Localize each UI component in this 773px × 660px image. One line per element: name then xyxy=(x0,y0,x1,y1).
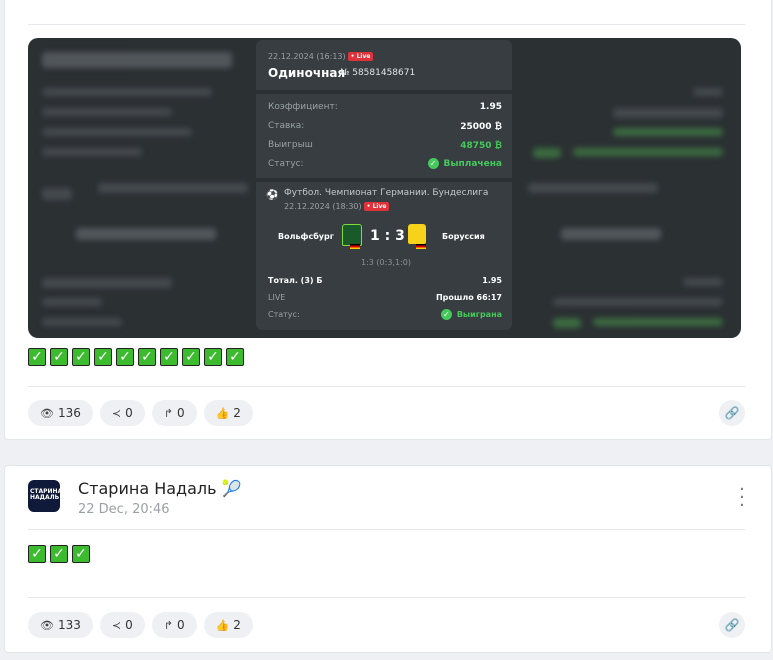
checkmark-emoji: ✓ xyxy=(160,348,178,366)
germany-flag-icon xyxy=(416,244,426,249)
kebab-menu-icon[interactable]: · · · xyxy=(737,481,747,515)
link-icon: 🔗 xyxy=(724,618,740,632)
divider xyxy=(28,24,745,25)
market-coef: 1.95 xyxy=(482,276,502,285)
share-button[interactable]: ≺ 0 xyxy=(99,612,145,638)
bet-ticket: 22.12.2024 (16:13) • Live Одиночная № 585… xyxy=(256,40,512,330)
stake-label: Ставка: xyxy=(268,121,305,131)
repost-button[interactable]: ↱ 0 xyxy=(151,612,197,638)
thumbs-up-icon: 👍 xyxy=(215,406,230,420)
check-circle-icon: ✓ xyxy=(427,158,439,169)
halves-score: 1:3 (0:3,1:0) xyxy=(361,258,411,267)
match-date: 22.12.2024 (18:30) xyxy=(284,202,362,211)
checkmark-emoji: ✓ xyxy=(72,545,90,563)
divider xyxy=(28,597,745,598)
live-badge: • Live xyxy=(363,202,390,211)
checkmark-emoji: ✓ xyxy=(138,348,156,366)
checkmark-emoji: ✓ xyxy=(28,545,46,563)
reposts-count: 0 xyxy=(176,618,185,632)
germany-flag-icon xyxy=(350,244,360,249)
eye-icon: 👁 xyxy=(40,406,54,420)
author-name[interactable]: Старина Надаль 🎾 xyxy=(78,479,242,498)
checkmark-emoji: ✓ xyxy=(28,348,46,366)
ticket-summary: Коэффициент: 1.95 Ставка: 25000 ₿ Выигры… xyxy=(256,94,512,178)
bet-type: Одиночная xyxy=(268,66,346,80)
team2-name: Боруссия xyxy=(442,232,485,241)
views-button[interactable]: 👁 133 xyxy=(28,612,93,638)
divider xyxy=(28,529,745,530)
share-icon: ≺ xyxy=(111,618,122,632)
post-actions: 👁 133 ≺ 0 ↱ 0 👍 2 xyxy=(28,612,253,638)
live-label: LIVE xyxy=(268,293,286,302)
like-button[interactable]: 👍 2 xyxy=(203,612,253,638)
team1-name: Вольфсбург xyxy=(278,232,334,241)
check-circle-icon: ✓ xyxy=(440,309,452,320)
team2-jersey-icon xyxy=(408,224,426,244)
views-count: 133 xyxy=(57,618,81,632)
repost-icon: ↱ xyxy=(163,618,173,632)
link-icon: 🔗 xyxy=(724,406,740,420)
likes-count: 2 xyxy=(233,618,241,632)
repost-icon: ↱ xyxy=(163,406,173,420)
win-value: 48750 ₿ xyxy=(460,141,502,151)
repost-button[interactable]: ↱ 0 xyxy=(151,400,197,426)
result-label: Статус: xyxy=(268,310,300,319)
checkmark-emoji: ✓ xyxy=(182,348,200,366)
eye-icon: 👁 xyxy=(40,618,54,632)
coef-label: Коэффициент: xyxy=(268,102,338,112)
share-button[interactable]: ≺ 0 xyxy=(99,400,145,426)
ticket-event: ⚽ Футбол. Чемпионат Германии. Бундеслига… xyxy=(256,182,512,330)
elapsed-time: Прошло 66:17 xyxy=(435,293,502,302)
league-name: Футбол. Чемпионат Германии. Бундеслига xyxy=(284,188,489,198)
checkmark-emoji: ✓ xyxy=(116,348,134,366)
checkmark-emoji-row: ✓ ✓ ✓ xyxy=(28,545,90,563)
checkmark-emoji: ✓ xyxy=(94,348,112,366)
bet-number: № 58581458671 xyxy=(340,68,416,78)
thumbs-up-icon: 👍 xyxy=(215,618,230,632)
bet-screenshot-image[interactable]: 22.12.2024 (16:13) • Live Одиночная № 585… xyxy=(28,38,741,338)
like-button[interactable]: 👍 2 xyxy=(203,400,253,426)
checkmark-emoji-row: ✓ ✓ ✓ ✓ ✓ ✓ ✓ ✓ ✓ ✓ xyxy=(28,348,244,366)
team1-jersey-icon xyxy=(342,224,362,246)
ticket-date: 22.12.2024 (16:13) xyxy=(268,52,346,61)
copy-link-button[interactable]: 🔗 xyxy=(719,400,745,426)
checkmark-emoji: ✓ xyxy=(72,348,90,366)
shares-count: 0 xyxy=(125,406,133,420)
checkmark-emoji: ✓ xyxy=(204,348,222,366)
reposts-count: 0 xyxy=(176,406,185,420)
checkmark-emoji: ✓ xyxy=(50,348,68,366)
ticket-header: 22.12.2024 (16:13) • Live Одиночная № 585… xyxy=(256,40,512,90)
result-value: Выиграна xyxy=(456,310,502,319)
status-value: Выплачена xyxy=(443,159,502,169)
live-badge: • Live xyxy=(347,52,374,61)
stake-value: 25000 ₿ xyxy=(460,122,502,132)
post-actions: 👁 136 ≺ 0 ↱ 0 👍 2 xyxy=(28,400,253,426)
checkmark-emoji: ✓ xyxy=(226,348,244,366)
market-name: Тотал. (3) Б xyxy=(268,276,323,285)
match-score: 1 : 3 xyxy=(370,228,405,244)
post-date: 22 Dec, 20:46 xyxy=(78,502,170,517)
coef-value: 1.95 xyxy=(479,102,502,112)
divider xyxy=(28,386,745,387)
soccer-ball-icon: ⚽ xyxy=(266,190,279,201)
avatar[interactable]: СТАРИНА НАДАЛЬ xyxy=(28,480,60,512)
likes-count: 2 xyxy=(233,406,241,420)
copy-link-button[interactable]: 🔗 xyxy=(719,612,745,638)
avatar-text: СТАРИНА НАДАЛЬ xyxy=(30,488,60,501)
views-button[interactable]: 👁 136 xyxy=(28,400,93,426)
shares-count: 0 xyxy=(125,618,133,632)
win-label: Выигрыш xyxy=(268,140,313,150)
views-count: 136 xyxy=(57,406,81,420)
share-icon: ≺ xyxy=(111,406,122,420)
checkmark-emoji: ✓ xyxy=(50,545,68,563)
status-label: Статус: xyxy=(268,159,304,169)
